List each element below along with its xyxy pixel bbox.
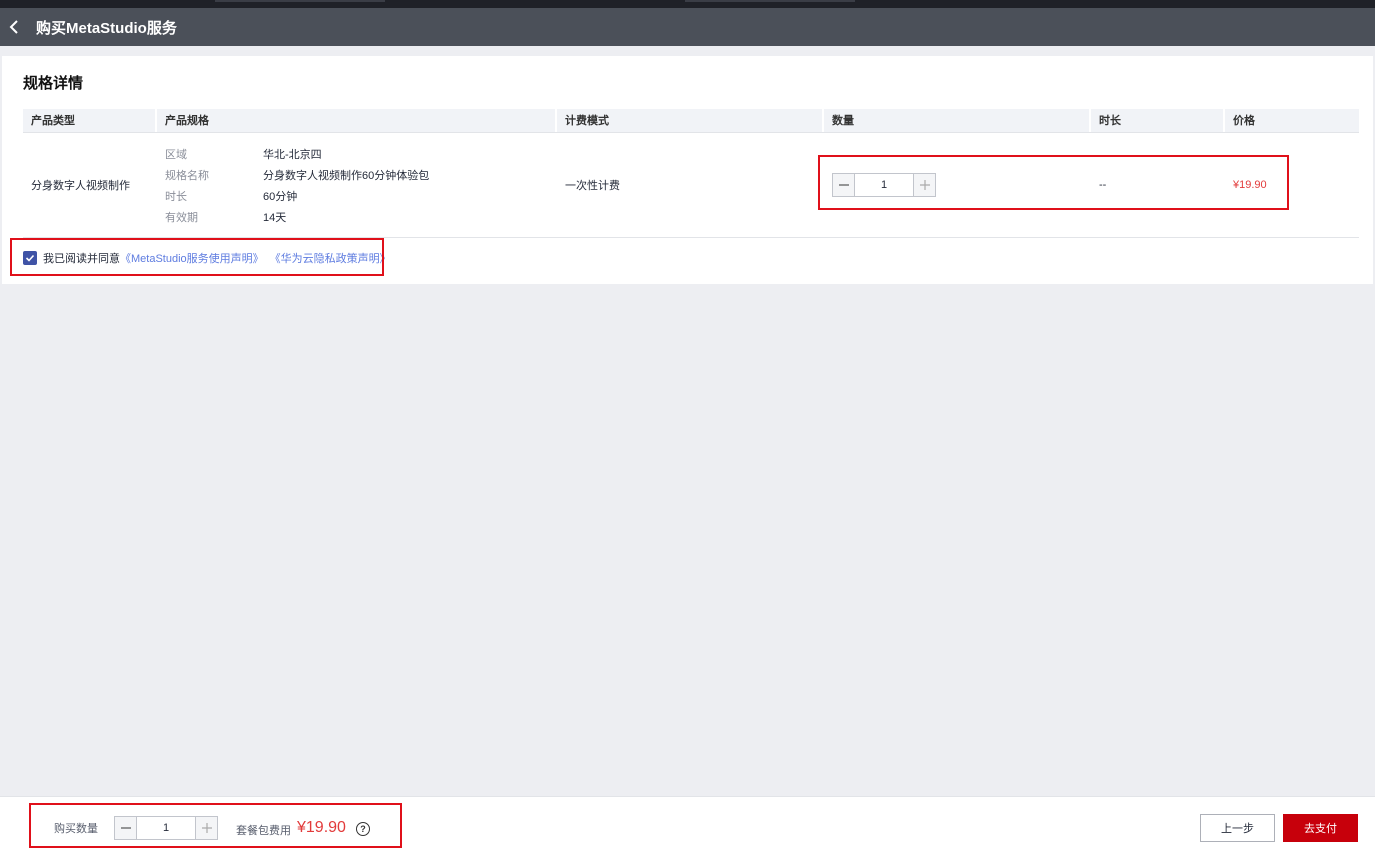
column-header-product-spec: 产品规格 [157,109,557,132]
spec-value: 14天 [263,211,287,224]
spec-line-region: 区域 华北-北京四 [165,148,557,162]
minus-icon [120,827,131,829]
check-icon [25,254,35,262]
spec-key: 规格名称 [165,169,209,182]
page-header: 购买MetaStudio服务 [0,8,1375,46]
footer-quantity-stepper [114,816,218,840]
privacy-policy-link[interactable]: 《华为云隐私政策声明》 [270,250,391,266]
spec-value: 60分钟 [263,190,298,203]
footer-bar: 购买数量 套餐包费用 ¥19.90 ? 上一步 去支付 [0,796,1375,856]
cell-billing-mode: 一次性计费 [565,180,620,192]
quantity-label: 购买数量 [54,823,98,835]
browser-top-strip [0,0,1375,8]
spec-key: 有效期 [165,211,198,224]
table-header: 产品类型 产品规格 计费模式 数量 时长 价格 [23,109,1359,133]
footer-quantity-input[interactable] [137,817,195,839]
agreement-row: 我已阅读并同意 《MetaStudio服务使用声明》 《华为云隐私政策声明》 [23,250,391,266]
previous-step-button[interactable]: 上一步 [1200,814,1275,842]
column-header-product-type: 产品类型 [23,109,157,132]
cell-quantity [824,173,1091,197]
decrement-button[interactable] [833,174,855,196]
footer-increment-button[interactable] [195,817,217,839]
fee-label: 套餐包费用 [236,825,291,837]
back-button[interactable] [0,8,28,46]
spec-value: 华北-北京四 [263,148,322,161]
plus-icon [201,823,212,833]
spec-value: 分身数字人视频制作60分钟体验包 [263,169,430,182]
plus-icon [919,180,930,190]
quantity-input[interactable] [855,174,913,196]
top-strip-segment [215,0,385,2]
pay-button[interactable]: 去支付 [1283,814,1358,842]
quantity-stepper [832,173,936,197]
column-header-quantity: 数量 [824,109,1091,132]
service-statement-link[interactable]: 《MetaStudio服务使用声明》 [120,250,264,266]
column-header-price: 价格 [1233,115,1255,127]
spec-key: 区域 [165,148,187,161]
spec-details-card: 规格详情 产品类型 产品规格 计费模式 数量 时长 价格 分身数字人视频制作 区… [2,56,1373,284]
section-title: 规格详情 [23,75,84,92]
column-header-billing-mode: 计费模式 [557,109,824,132]
spec-key: 时长 [165,190,187,203]
spec-table: 产品类型 产品规格 计费模式 数量 时长 价格 分身数字人视频制作 区域 华北-… [23,109,1359,238]
increment-button[interactable] [913,174,935,196]
page-title: 购买MetaStudio服务 [36,19,177,37]
spec-line-duration: 时长 60分钟 [165,190,557,204]
footer-decrement-button[interactable] [115,817,137,839]
minus-icon [838,184,849,186]
cell-duration: -- [1099,179,1107,191]
cell-product-spec: 区域 华北-北京四 规格名称 分身数字人视频制作60分钟体验包 时长 60分钟 … [157,146,557,225]
spec-line-name: 规格名称 分身数字人视频制作60分钟体验包 [165,169,557,183]
table-row: 分身数字人视频制作 区域 华北-北京四 规格名称 分身数字人视频制作60分钟体验… [23,133,1359,238]
fee-value: ¥19.90 [297,819,346,836]
spec-line-validity: 有效期 14天 [165,211,557,225]
footer-summary: 购买数量 套餐包费用 ¥19.90 ? [54,816,370,840]
agreement-checkbox[interactable] [23,251,37,265]
cell-price: ¥19.90 [1233,179,1267,191]
chevron-left-icon [9,20,18,34]
spec-list: 区域 华北-北京四 规格名称 分身数字人视频制作60分钟体验包 时长 60分钟 … [165,146,557,225]
column-header-duration: 时长 [1091,109,1225,132]
agreement-text: 我已阅读并同意 [43,253,120,265]
question-circle-icon[interactable]: ? [355,822,370,836]
cell-product-type: 分身数字人视频制作 [31,180,130,192]
top-strip-segment [685,0,855,2]
